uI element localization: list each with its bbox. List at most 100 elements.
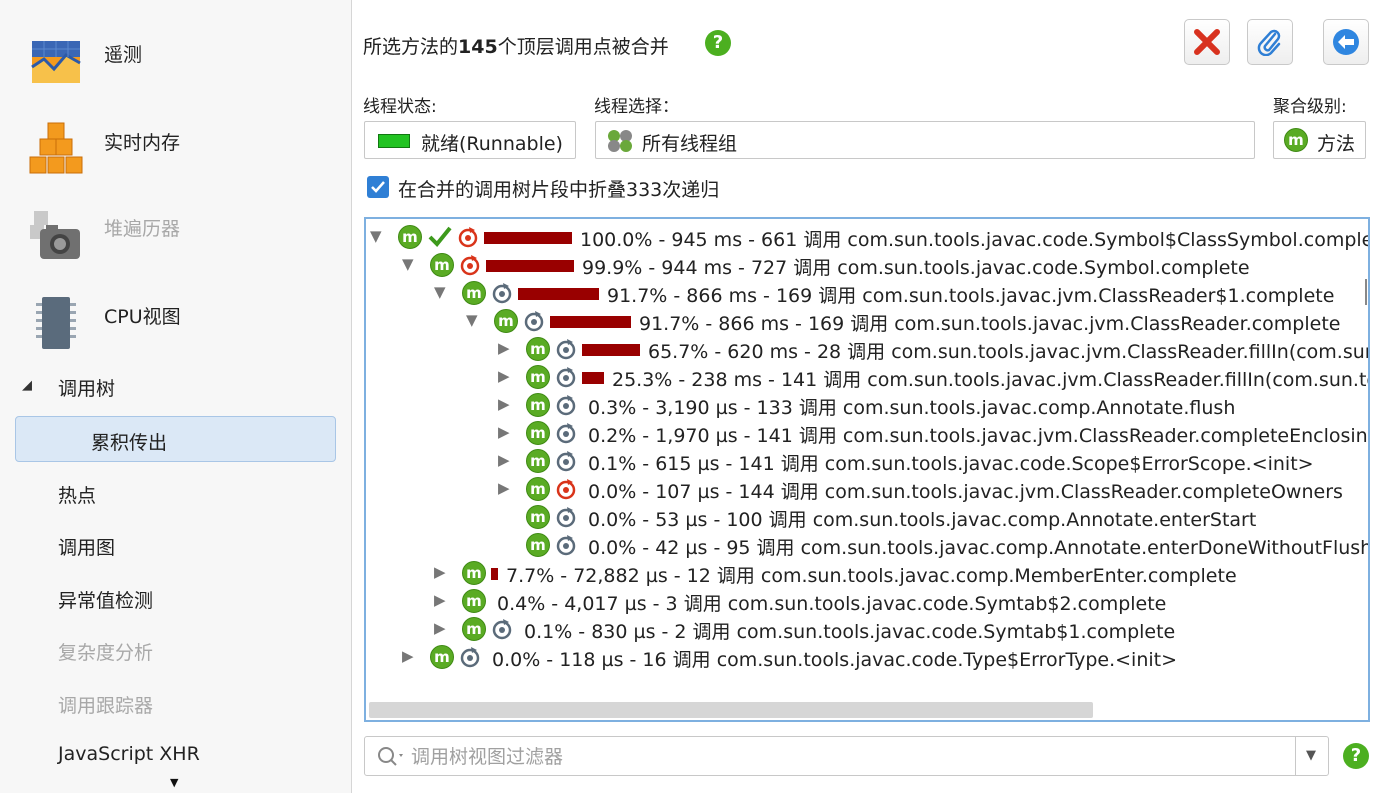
collapsed-triangle-icon[interactable]: ▶ (498, 451, 510, 469)
scroll-down-icon[interactable]: ▼ (170, 776, 178, 789)
method-icon: m (430, 645, 454, 669)
collapsed-triangle-icon[interactable]: ▶ (498, 423, 510, 441)
call-tree-row-label: 0.1% - 615 µs - 141 调用 com.sun.tools.jav… (588, 453, 1314, 475)
call-tree-row[interactable]: ▼ m 91.7% - 866 ms - 169 调用 com.sun.tools.… (366, 279, 1366, 307)
sidebar-item-live-memory[interactable]: 实时内存 (0, 99, 352, 187)
close-icon (1194, 29, 1220, 55)
attach-button[interactable] (1247, 19, 1293, 65)
collapsed-triangle-icon[interactable]: ▶ (498, 339, 510, 357)
sidebar-item-cpu[interactable]: CPU视图 (0, 273, 352, 361)
call-tree-row[interactable]: ▼ m 100.0% - 945 ms - 661 调用 com.sun.tools… (366, 223, 1368, 251)
call-tree-row[interactable]: ▶ m 25.3% - 238 ms - 141 调用 com.sun.tools.… (366, 363, 1368, 391)
collapsed-triangle-icon[interactable]: ▶ (434, 563, 446, 581)
sidebar-section-call-tree[interactable]: ◢ 调用树 (0, 364, 352, 410)
nav-label: 复杂度分析 (58, 642, 154, 664)
thread-state-value: 就绪(Runnable) (421, 133, 563, 155)
call-tree-row-label: 7.7% - 72,882 µs - 12 调用 com.sun.tools.j… (506, 565, 1237, 587)
call-tree-row[interactable]: ▶ m 0.4% - 4,017 µs - 3 调用 com.sun.tools.j… (366, 587, 1366, 615)
collapsed-triangle-icon[interactable]: ▶ (498, 395, 510, 413)
back-arrow-icon (1333, 29, 1359, 55)
filter-input[interactable] (411, 744, 1271, 770)
call-tree-row[interactable]: ▶ m 0.2% - 1,970 µs - 141 调用 com.sun.tools… (366, 419, 1368, 447)
close-button[interactable] (1184, 19, 1230, 65)
sidebar-item-complexity-analysis[interactable]: 复杂度分析 (0, 627, 352, 673)
method-icon: m (526, 421, 550, 445)
expanded-triangle-icon[interactable]: ▼ (402, 255, 414, 273)
recursion-icon (524, 311, 544, 332)
method-icon: m (494, 309, 518, 333)
method-icon: m (1284, 128, 1308, 152)
call-tree-row-label: 0.0% - 107 µs - 144 调用 com.sun.tools.jav… (588, 481, 1343, 503)
sidebar-item-javascript-xhr[interactable]: JavaScript XHR (0, 732, 352, 778)
runnable-state-icon (378, 134, 410, 148)
method-icon: m (398, 225, 422, 249)
recursion-icon (460, 255, 480, 276)
call-tree[interactable]: ▼ m 100.0% - 945 ms - 661 调用 com.sun.tools… (364, 217, 1370, 722)
percentage-bar (518, 288, 599, 300)
call-tree-row-label: 0.3% - 3,190 µs - 133 调用 com.sun.tools.j… (588, 397, 1236, 419)
nav-label: 异常值检测 (58, 590, 154, 612)
filter-dropdown-button[interactable]: ▼ (1295, 737, 1329, 775)
horizontal-scrollbar[interactable] (369, 702, 1093, 718)
page-title: 所选方法的145个顶层调用点被合并 (363, 32, 669, 59)
sidebar-item-label: 堆遍历器 (104, 217, 181, 240)
call-tree-row[interactable]: ▶ m 0.0% - 107 µs - 144 调用 com.sun.tools.j… (366, 475, 1366, 503)
call-tree-row[interactable]: ▶ m 65.7% - 620 ms - 28 调用 com.sun.tools.j… (366, 335, 1368, 363)
recursion-icon (556, 451, 576, 472)
call-tree-row[interactable]: ▶ m 0.1% - 615 µs - 141 调用 com.sun.tools.j… (366, 447, 1366, 475)
aggregation-level-select[interactable]: m 方法 (1273, 121, 1366, 159)
call-tree-row[interactable]: ▼ m 99.9% - 944 ms - 727 调用 com.sun.tools.… (366, 251, 1366, 279)
sidebar-item-outlier-detection[interactable]: 异常值检测 (0, 575, 352, 621)
percentage-bar (486, 260, 574, 272)
call-tree-row-label: 0.4% - 4,017 µs - 3 调用 com.sun.tools.jav… (497, 593, 1167, 615)
collapsed-triangle-icon[interactable]: ▶ (498, 367, 510, 385)
method-icon: m (526, 365, 550, 389)
thread-state-select[interactable]: 就绪(Runnable) (364, 121, 576, 159)
sidebar-item-call-graph[interactable]: 调用图 (0, 522, 352, 568)
filter-help-icon[interactable]: ? (1343, 743, 1369, 769)
sidebar-item-telemetry[interactable]: 遥测 (0, 11, 352, 99)
collapsed-triangle-icon[interactable]: ▶ (434, 591, 446, 609)
collapse-triangle-icon[interactable]: ◢ (22, 378, 32, 393)
nav-label: 调用图 (58, 537, 116, 559)
call-tree-row[interactable]: ▶ m 0.1% - 830 µs - 2 调用 com.sun.tools.jav… (366, 615, 1366, 643)
nav-label: 热点 (58, 485, 97, 507)
collapse-recursion-label: 在合并的调用树片段中折叠333次递归 (398, 179, 720, 201)
expanded-triangle-icon[interactable]: ▼ (434, 283, 446, 301)
call-tree-filter: ▼ (364, 736, 1329, 776)
call-tree-row-label: 25.3% - 238 ms - 141 调用 com.sun.tools.ja… (612, 369, 1370, 391)
call-tree-row-label: 91.7% - 866 ms - 169 调用 com.sun.tools.ja… (639, 313, 1341, 335)
call-tree-row[interactable]: ▶ m 7.7% - 72,882 µs - 12 调用 com.sun.tools… (366, 559, 1366, 587)
sidebar-item-hot-spots[interactable]: 热点 (0, 470, 352, 516)
collapse-recursion-checkbox[interactable] (367, 176, 389, 198)
paperclip-icon (1257, 29, 1281, 56)
app-window: 遥测 实时内存 堆遍历器 CPU视图 ◢ 调用树 累积传出 热点 调用图 异常值… (0, 0, 1379, 793)
expanded-triangle-icon[interactable]: ▼ (370, 227, 382, 245)
call-tree-row[interactable]: ▶ m 0.0% - 118 µs - 16 调用 com.sun.tools.ja… (366, 643, 1366, 671)
call-tree-row[interactable]: m 0.0% - 53 µs - 100 调用 com.sun.tools.jav… (366, 503, 1366, 531)
recursion-icon (556, 339, 576, 360)
help-icon[interactable]: ? (705, 30, 731, 56)
sidebar-item-cumulated-outgoing[interactable]: 累积传出 (15, 416, 336, 462)
recursion-icon (458, 227, 478, 248)
aggregation-label: 聚合级别: (1273, 97, 1347, 117)
recursion-icon (556, 507, 576, 528)
call-tree-row[interactable]: ▶ m 0.3% - 3,190 µs - 133 调用 com.sun.tools… (366, 391, 1366, 419)
sidebar-item-call-tracer[interactable]: 调用跟踪器 (0, 680, 352, 726)
recursion-icon (460, 647, 480, 668)
sidebar-item-heap-walker[interactable]: 堆遍历器 (0, 185, 352, 273)
collapsed-triangle-icon[interactable]: ▶ (434, 619, 446, 637)
sidebar: 遥测 实时内存 堆遍历器 CPU视图 ◢ 调用树 累积传出 热点 调用图 异常值… (0, 0, 352, 793)
collapsed-triangle-icon[interactable]: ▶ (402, 647, 414, 665)
thread-select-label: 线程选择： (594, 97, 679, 117)
thread-select-dropdown[interactable]: 所有线程组 (595, 121, 1255, 159)
percentage-bar (550, 316, 631, 328)
call-tree-row[interactable]: ▼ m 91.7% - 866 ms - 169 调用 com.sun.tools.… (366, 307, 1366, 335)
search-icon[interactable] (377, 746, 407, 768)
call-tree-row[interactable]: m 0.0% - 42 µs - 95 调用 com.sun.tools.java… (366, 531, 1368, 559)
check-icon (428, 226, 452, 247)
sidebar-item-label: 实时内存 (104, 131, 181, 154)
back-button[interactable] (1323, 19, 1369, 65)
expanded-triangle-icon[interactable]: ▼ (466, 311, 478, 329)
collapsed-triangle-icon[interactable]: ▶ (498, 479, 510, 497)
